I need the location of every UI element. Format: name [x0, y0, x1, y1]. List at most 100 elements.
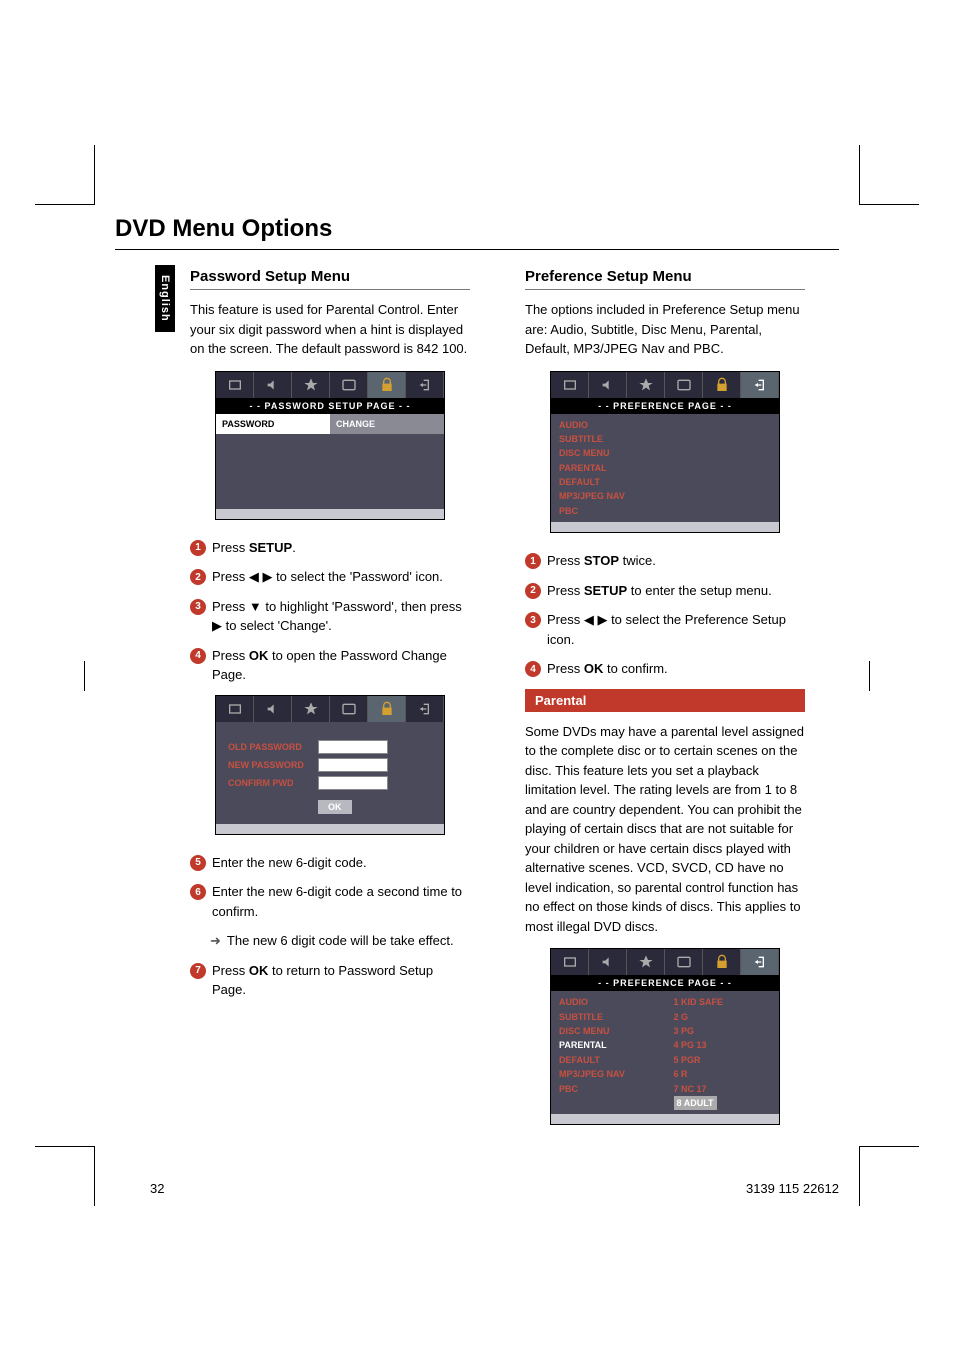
step-number-icon: 5	[190, 855, 206, 871]
dolby-icon	[627, 372, 665, 398]
step-number-icon: 6	[190, 884, 206, 900]
menu-icon-bar	[551, 949, 779, 975]
speaker-icon	[589, 949, 627, 975]
step-text: Enter the new 6-digit code a second time…	[212, 882, 470, 921]
menu-header-text: - - PASSWORD SETUP PAGE - -	[216, 398, 444, 414]
step-text: Press ◀ ▶ to select the 'Password' icon.	[212, 567, 470, 587]
document-id: 3139 115 22612	[746, 1181, 839, 1196]
step-number-icon: 1	[525, 553, 541, 569]
menu-item: DEFAULT	[559, 475, 771, 489]
rating-item: 5 PGR	[674, 1053, 771, 1067]
password-setup-title: Password Setup Menu	[190, 268, 470, 290]
step: 1 Press STOP twice.	[525, 551, 805, 571]
menu-item: AUDIO	[559, 995, 670, 1009]
menu-item: SUBTITLE	[559, 432, 771, 446]
password-steps-1: 1 Press SETUP. 2 Press ◀ ▶ to select the 'P…	[190, 538, 470, 685]
rating-item: 8 ADULT	[674, 1096, 771, 1110]
step: 7 Press OK to return to Password Setup Pa…	[190, 961, 470, 1000]
left-column: Password Setup Menu This feature is used…	[190, 268, 470, 1143]
password-steps-2: 5 Enter the new 6-digit code. 6 Enter the n…	[190, 853, 470, 922]
step: 5 Enter the new 6-digit code.	[190, 853, 470, 873]
video-icon	[665, 372, 703, 398]
general-icon	[551, 372, 589, 398]
menu-item: MP3/JPEG NAV	[559, 489, 771, 503]
step: 2 Press SETUP to enter the setup menu.	[525, 581, 805, 601]
old-password-label: OLD PASSWORD	[228, 742, 318, 752]
step-number-icon: 4	[525, 661, 541, 677]
dolby-icon	[292, 372, 330, 398]
step-number-icon: 4	[190, 648, 206, 664]
general-icon	[551, 949, 589, 975]
lock-icon	[703, 372, 741, 398]
general-icon	[216, 696, 254, 722]
preference-header-2: - - PREFERENCE PAGE - -	[551, 975, 779, 991]
step-text: Press SETUP to enter the setup menu.	[547, 581, 805, 601]
new-password-label: NEW PASSWORD	[228, 760, 318, 770]
step-number-icon: 2	[190, 569, 206, 585]
step-text: Press OK to return to Password Setup Pag…	[212, 961, 470, 1000]
step-text: Enter the new 6-digit code.	[212, 853, 470, 873]
speaker-icon	[589, 372, 627, 398]
menu-item: PARENTAL	[559, 461, 771, 475]
step-number-icon: 2	[525, 583, 541, 599]
parental-left-list: AUDIOSUBTITLEDISC MENUPARENTALDEFAULTMP3…	[551, 991, 670, 1114]
step: 4 Press OK to confirm.	[525, 659, 805, 679]
step-text: Press ▼ to highlight 'Password', then pr…	[212, 597, 470, 636]
menu-icon-bar	[551, 372, 779, 398]
rating-item: 7 NC 17	[674, 1082, 771, 1096]
confirm-password-field	[318, 776, 388, 790]
step: 3 Press ▼ to highlight 'Password', then p…	[190, 597, 470, 636]
exit-icon	[741, 949, 779, 975]
lock-icon	[368, 696, 406, 722]
change-label: CHANGE	[330, 414, 444, 434]
menu-item: SUBTITLE	[559, 1010, 670, 1024]
result-text: The new 6 digit code will be take effect…	[210, 931, 470, 951]
preference-header: - - PREFERENCE PAGE - -	[551, 398, 779, 414]
preference-setup-title: Preference Setup Menu	[525, 268, 805, 290]
step-number-icon: 3	[190, 599, 206, 615]
parental-text: Some DVDs may have a parental level assi…	[525, 722, 805, 937]
lock-icon	[368, 372, 406, 398]
step: 1 Press SETUP.	[190, 538, 470, 558]
step: 2 Press ◀ ▶ to select the 'Password' icon…	[190, 567, 470, 587]
password-intro: This feature is used for Parental Contro…	[190, 300, 470, 359]
step-text: Press SETUP.	[212, 538, 470, 558]
step: 3Press ◀ ▶ to select the Preference Setu…	[525, 610, 805, 649]
video-icon	[665, 949, 703, 975]
preference-list: AUDIOSUBTITLEDISC MENUPARENTALDEFAULTMP3…	[551, 414, 779, 523]
video-icon	[330, 372, 368, 398]
step-text: Press OK to confirm.	[547, 659, 805, 679]
confirm-password-label: CONFIRM PWD	[228, 778, 318, 788]
right-column: Preference Setup Menu The options includ…	[525, 268, 805, 1143]
menu-item: DISC MENU	[559, 446, 771, 460]
speaker-icon	[254, 696, 292, 722]
rating-item: 6 R	[674, 1067, 771, 1081]
step: 6 Enter the new 6-digit code a second tim…	[190, 882, 470, 921]
new-password-field	[318, 758, 388, 772]
step-text: Press STOP twice.	[547, 551, 805, 571]
preference-intro: The options included in Preference Setup…	[525, 300, 805, 359]
parental-subheading: Parental	[525, 689, 805, 712]
step-text: Press OK to open the Password Change Pag…	[212, 646, 470, 685]
dolby-icon	[627, 949, 665, 975]
menu-icon-bar	[216, 372, 444, 398]
menu-item: AUDIO	[559, 418, 771, 432]
parental-page-screenshot: - - PREFERENCE PAGE - - AUDIOSUBTITLEDIS…	[550, 948, 780, 1125]
old-password-field	[318, 740, 388, 754]
preference-page-screenshot: - - PREFERENCE PAGE - - AUDIOSUBTITLEDIS…	[550, 371, 780, 534]
exit-icon	[406, 372, 444, 398]
page-number: 32	[150, 1181, 164, 1196]
rating-item: 1 KID SAFE	[674, 995, 771, 1009]
password-label: PASSWORD	[216, 414, 330, 434]
general-icon	[216, 372, 254, 398]
step-number-icon: 7	[190, 963, 206, 979]
menu-icon-bar	[216, 696, 444, 722]
speaker-icon	[254, 372, 292, 398]
menu-item: PBC	[559, 1082, 670, 1096]
step-text: Press ◀ ▶ to select the Preference Setup…	[547, 610, 805, 649]
menu-item: PBC	[559, 504, 771, 518]
rating-item: 3 PG	[674, 1024, 771, 1038]
step-number-icon: 1	[190, 540, 206, 556]
video-icon	[330, 696, 368, 722]
menu-item: MP3/JPEG NAV	[559, 1067, 670, 1081]
